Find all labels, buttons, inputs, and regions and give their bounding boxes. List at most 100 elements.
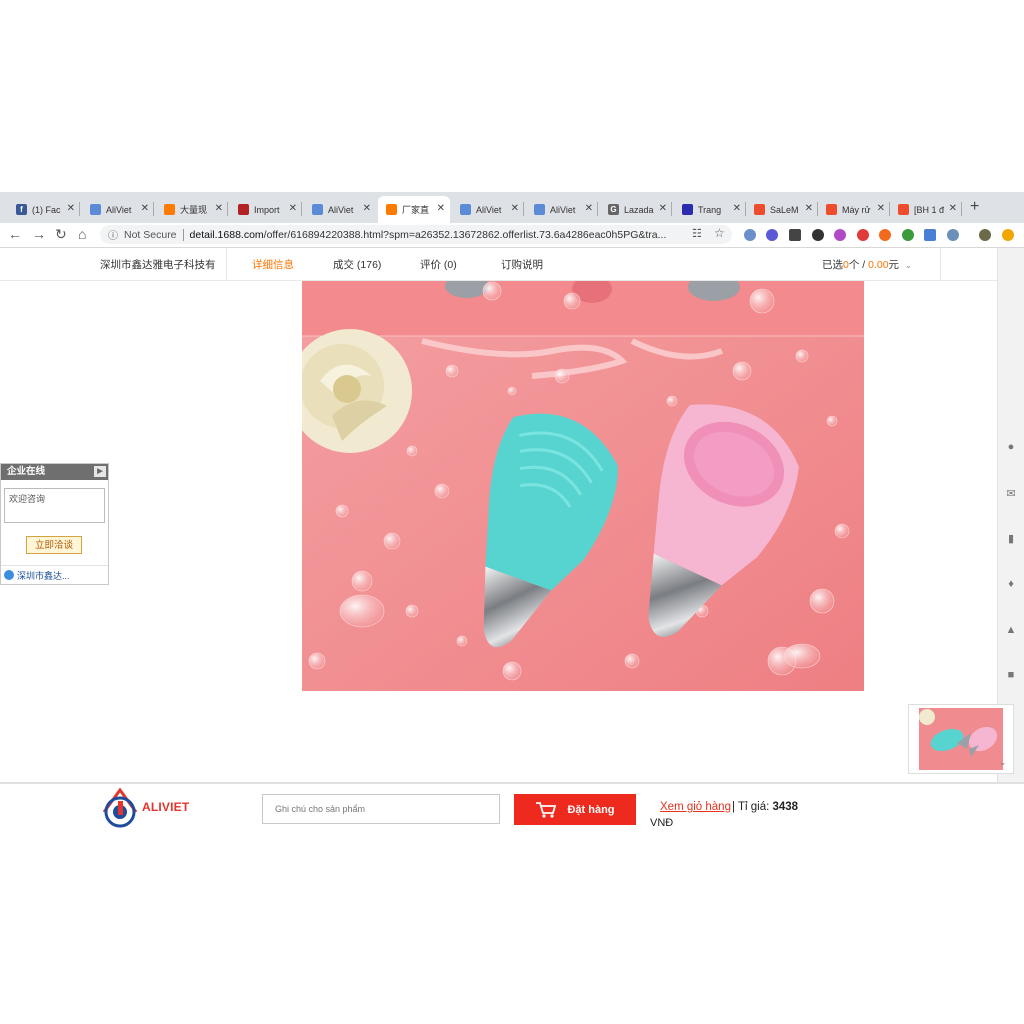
nav-divider (226, 248, 227, 280)
chat-now-button[interactable]: 立即洽谈 (26, 536, 82, 554)
browser-tab[interactable]: AliViet ✕ (82, 196, 154, 223)
rate-value: 3438 (772, 801, 799, 813)
extension-icon[interactable] (1002, 229, 1014, 241)
extension-icon[interactable] (857, 229, 869, 241)
browser-tab[interactable]: f (1) Fac ✕ (8, 196, 80, 223)
tab-favicon-icon (534, 204, 545, 215)
selected-prefix: 已选 (822, 259, 843, 271)
extension-icon[interactable] (789, 229, 801, 241)
product-thumbnail[interactable]: ⌄ (908, 704, 1014, 774)
close-tab-icon[interactable]: ✕ (733, 203, 741, 214)
tab-reviews[interactable]: 评价 (0) (420, 257, 457, 272)
nav-divider (940, 248, 941, 280)
tab-details[interactable]: 详细信息 (252, 257, 294, 272)
close-tab-icon[interactable]: ✕ (585, 203, 593, 214)
close-tab-icon[interactable]: ✕ (659, 203, 667, 214)
close-tab-icon[interactable]: ✕ (805, 203, 813, 214)
tab-favicon-icon (312, 204, 323, 215)
close-tab-icon[interactable]: ✕ (511, 203, 519, 214)
url-path: /offer/616894220388.html?spm=a26352.1367… (263, 228, 667, 241)
calculator-icon[interactable]: ■ (1005, 669, 1017, 681)
product-note-input[interactable]: Ghi chú cho sản phẩm (262, 794, 500, 824)
close-tab-icon[interactable]: ✕ (141, 203, 149, 214)
logo-text: ALIVIET (142, 800, 190, 814)
url-domain: detail.1688.com (189, 228, 264, 241)
tab-favicon-icon (682, 204, 693, 215)
mail-icon[interactable]: ✉ (1005, 488, 1017, 500)
tab-favicon-icon (754, 204, 765, 215)
browser-tab[interactable]: 大量现 ✕ (156, 196, 228, 223)
back-arrow-icon[interactable]: ← (8, 226, 22, 242)
tab-favicon-icon: G (608, 204, 619, 215)
url-text[interactable]: detail.1688.com/offer/616894220388.html?… (190, 229, 680, 241)
bookmark-icon[interactable]: ▮ (1005, 533, 1017, 545)
chevron-down-icon[interactable]: ⌄ (905, 261, 912, 270)
play-icon[interactable]: ▶ (94, 466, 106, 477)
close-tab-icon[interactable]: ✕ (67, 203, 75, 214)
product-image (302, 281, 864, 691)
reload-icon[interactable]: ↻ (55, 226, 67, 243)
shop-name[interactable]: 深圳市鑫达雅电子科技有 (100, 257, 216, 272)
view-cart-link[interactable]: Xem giỏ hàng (660, 801, 731, 813)
selected-amount: 0.00 (868, 259, 889, 271)
tab-transactions[interactable]: 成交 (176) (333, 257, 381, 272)
browser-tab[interactable]: SaLeM ✕ (746, 196, 818, 223)
address-bar[interactable]: ⓘ Not Secure detail.1688.com/offer/61689… (100, 225, 732, 244)
extension-icon[interactable] (902, 229, 914, 241)
widget-header: 企业在线 ▶ (1, 464, 108, 480)
info-icon[interactable]: ⓘ (108, 227, 118, 242)
widget-title: 企业在线 (7, 466, 46, 477)
company-link[interactable]: 深圳市鑫达... (1, 565, 108, 584)
tab-favicon-icon (386, 204, 397, 215)
browser-tab[interactable]: Trang ✕ (674, 196, 746, 223)
bookmark-star-icon[interactable]: ☆ (714, 226, 725, 240)
browser-tab[interactable]: AliViet ✕ (452, 196, 524, 223)
footprint-icon[interactable]: ♦ (1005, 578, 1017, 590)
security-status: Not Secure (124, 228, 177, 241)
company-link-text: 深圳市鑫达... (17, 570, 70, 581)
selected-summary[interactable]: 已选0个 / 0.00元 ⌄ (822, 257, 912, 272)
browser-tab-bar: f (1) Fac ✕ AliViet ✕ 大量现 ✕ Import ✕ AliViet ✕ 厂家直 ✕… (0, 192, 1024, 223)
close-tab-icon[interactable]: ✕ (949, 203, 957, 214)
place-order-label: Đặt hàng (567, 803, 615, 816)
home-icon[interactable]: ⌂ (78, 226, 86, 242)
close-tab-icon[interactable]: ✕ (289, 203, 297, 214)
close-tab-icon[interactable]: ✕ (877, 203, 885, 214)
browser-tab[interactable]: [BH 1 đ ✕ (890, 196, 962, 223)
profile-avatar[interactable] (979, 229, 991, 241)
browser-toolbar: ← → ↻ ⌂ ⓘ Not Secure detail.1688.com/off… (0, 223, 1024, 248)
browser-tab[interactable]: AliViet ✕ (304, 196, 376, 223)
tab-order-instructions[interactable]: 订购说明 (501, 257, 543, 272)
tab-separator (961, 202, 962, 216)
tab-separator (597, 202, 598, 216)
address-divider (182, 228, 184, 241)
close-tab-icon[interactable]: ✕ (215, 203, 223, 214)
bell-icon[interactable]: ▲ (1005, 624, 1017, 636)
browser-tab[interactable]: G Lazada ✕ (600, 196, 672, 223)
place-order-button[interactable]: Đặt hàng (514, 794, 636, 825)
browser-tab[interactable]: 厂家直 ✕ (378, 196, 450, 223)
extension-icon[interactable] (924, 229, 936, 241)
close-tab-icon[interactable]: ✕ (437, 203, 445, 214)
aliviet-order-bar: ALIVIET Ghi chú cho sản phẩm Đặt hàng Xe… (0, 782, 1024, 836)
message-input[interactable]: 欢迎咨询 (4, 488, 105, 523)
tab-separator (301, 202, 302, 216)
extension-icon[interactable] (834, 229, 846, 241)
extension-icon[interactable] (766, 229, 778, 241)
browser-tab[interactable]: Import ✕ (230, 196, 302, 223)
tab-favicon-icon (238, 204, 249, 215)
service-icon[interactable]: ● (1005, 441, 1017, 453)
browser-tab[interactable]: Máy rử ✕ (818, 196, 890, 223)
chevron-down-icon[interactable]: ⌄ (999, 757, 1007, 768)
rate-label: | Tỉ giá: (732, 801, 770, 813)
forward-arrow-icon[interactable]: → (32, 226, 46, 242)
extension-icon[interactable] (879, 229, 891, 241)
new-tab-button[interactable]: + (970, 198, 979, 216)
translate-icon[interactable]: ☷ (692, 227, 702, 240)
close-tab-icon[interactable]: ✕ (363, 203, 371, 214)
shop-nav-bar: 深圳市鑫达雅电子科技有 详细信息 成交 (176) 评价 (0) 订购说明 已选… (0, 248, 997, 281)
extension-icon[interactable] (947, 229, 959, 241)
extension-icon[interactable] (744, 229, 756, 241)
extension-icon[interactable] (812, 229, 824, 241)
browser-tab[interactable]: AliViet ✕ (526, 196, 598, 223)
